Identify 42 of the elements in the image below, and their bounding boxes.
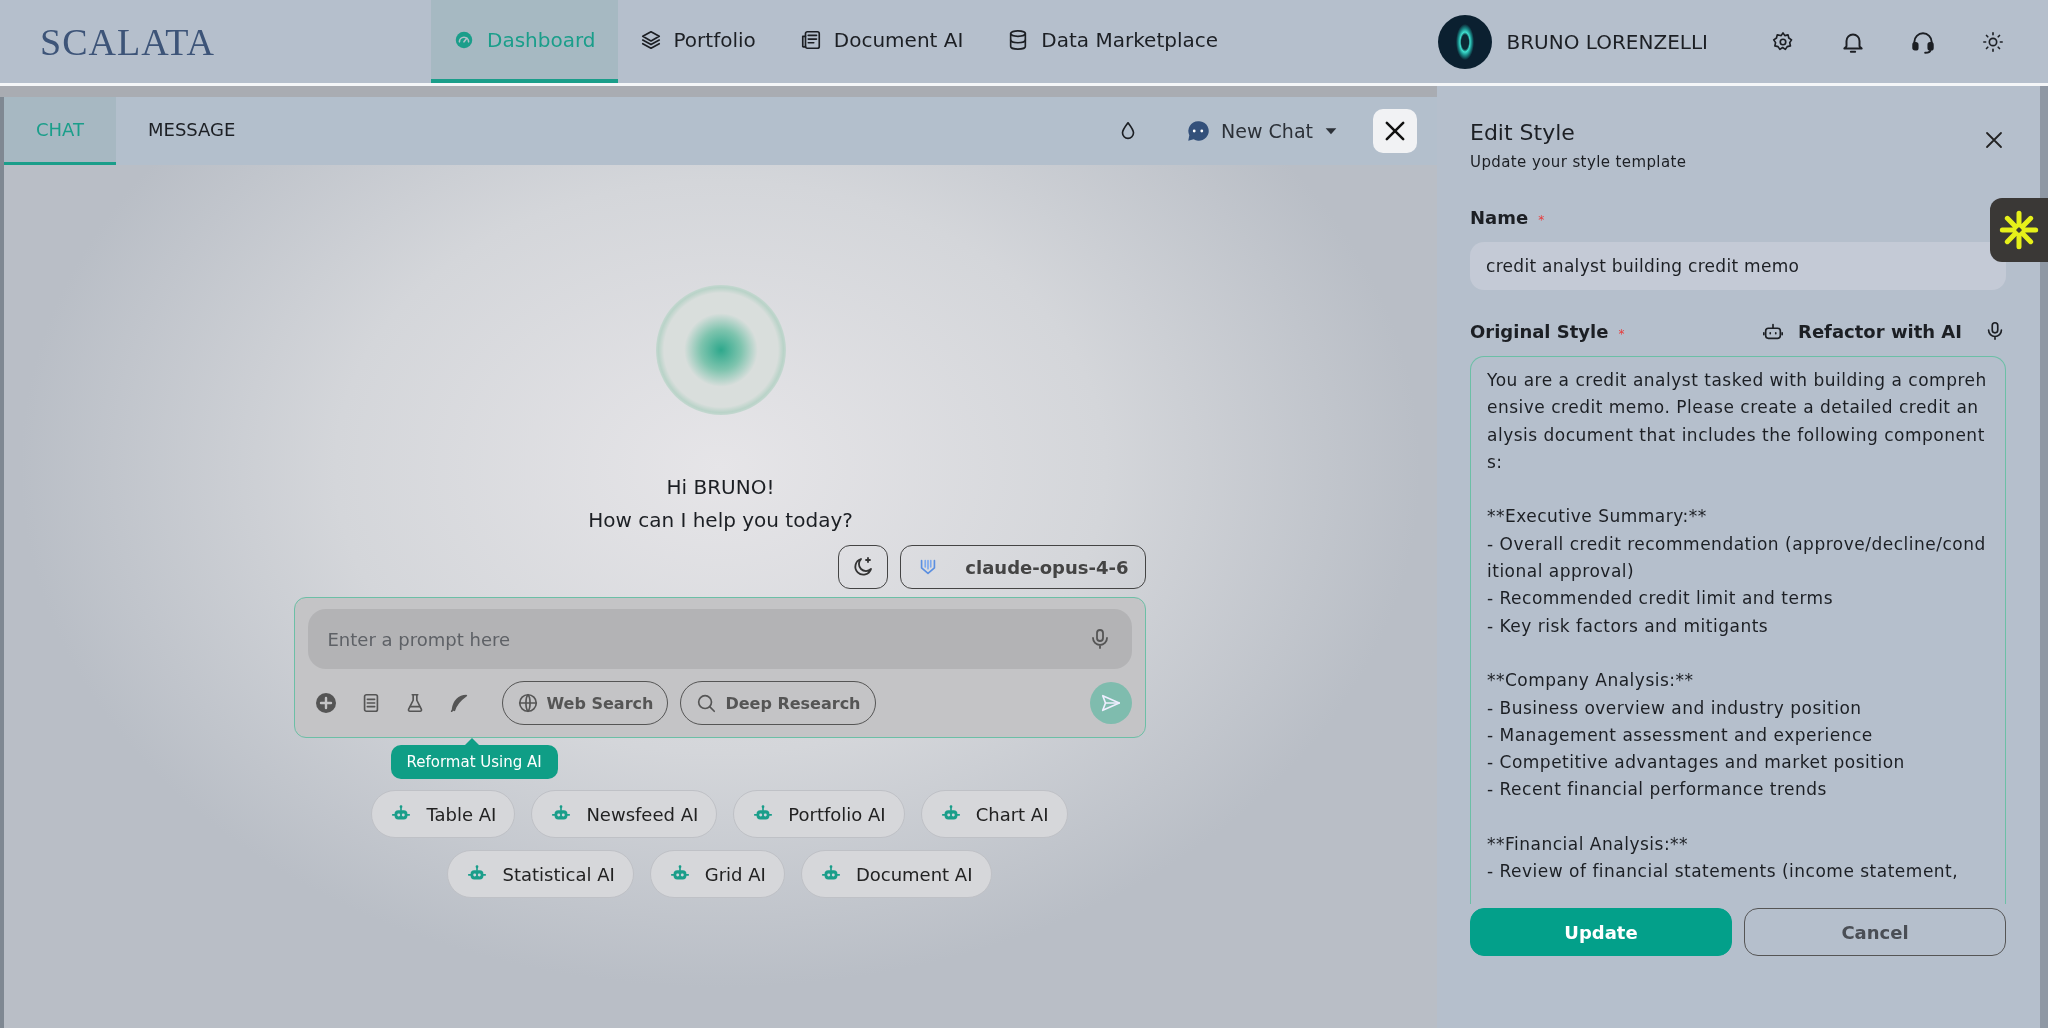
settings-icon: [1772, 30, 1794, 53]
globe-icon: [516, 692, 539, 714]
logo: SCALATA: [40, 19, 215, 64]
field-label: Name: [1470, 207, 1529, 228]
model-selector[interactable]: claude-opus-4-6: [900, 545, 1146, 589]
refactor-button[interactable]: Refactor with AI: [1762, 320, 1962, 342]
search-icon: [695, 692, 718, 714]
nav-tab[interactable]: Portfolio: [617, 0, 778, 83]
newspaper-icon: [799, 28, 822, 51]
nav-tab[interactable]: Document AI: [777, 0, 986, 83]
greeting-text: How can I help you today?: [588, 507, 853, 534]
sun-icon: [1982, 30, 2004, 53]
tooltip: Reformat Using AI: [390, 738, 558, 779]
new-chat-button[interactable]: New Chat: [1179, 97, 1345, 165]
greeting-text: Hi BRUNO!: [665, 474, 776, 501]
close-button[interactable]: [1373, 109, 1417, 153]
field-label: Original Style: [1470, 320, 1609, 342]
add-icon: [313, 691, 338, 715]
nav-tab[interactable]: Data Marketplace: [985, 0, 1241, 83]
panel-subtitle: Update your style template: [1470, 153, 1687, 171]
required-mark: *: [1618, 326, 1625, 341]
chat-tab[interactable]: MESSAGE: [116, 97, 268, 165]
assistant-launcher[interactable]: [1990, 198, 2048, 262]
name-field[interactable]: credit analyst building credit memo: [1470, 242, 2006, 290]
chat-bubble-icon: [1185, 118, 1212, 144]
required-mark: *: [1538, 213, 1545, 227]
user-name: BRUNO LORENZELLI: [1506, 29, 1708, 54]
panel-title: Edit Style: [1470, 120, 1576, 145]
theme-toggle-button[interactable]: [838, 545, 889, 589]
agent-chip[interactable]: Newsfeed AI: [531, 790, 718, 838]
agent-chip[interactable]: Statistical AI: [447, 850, 634, 898]
agent-chip[interactable]: Grid AI: [649, 850, 785, 898]
layers-icon: [639, 28, 662, 51]
send-icon: [1099, 692, 1122, 714]
agent-chip[interactable]: Document AI: [800, 850, 992, 898]
prompt-field[interactable]: Enter a prompt here: [307, 609, 1132, 669]
asterisk-icon: [1999, 210, 2039, 250]
agent-chip[interactable]: Table AI: [371, 790, 516, 838]
agent-chip[interactable]: Portfolio AI: [733, 790, 905, 838]
style-text-area[interactable]: You are a credit analyst tasked with building a comprehensive credit memo. Please create a detailed credit analysis document that includes the following components: **Executive Summary:** - Overall credit recommendation (approve/decline/conditional approval) - Recommended credit limit and terms - Key risk factors and mitigants **Company Analysis:** - Business overview and industry position - Management assessment and experience - Competitive advantages and market position - Recent financial performance trends **Financial Analysis:** - Review of financial statements (income statement,: [1470, 356, 2006, 904]
cancel-button[interactable]: Cancel: [1744, 908, 2006, 956]
agent-chip[interactable]: Chart AI: [920, 790, 1068, 838]
